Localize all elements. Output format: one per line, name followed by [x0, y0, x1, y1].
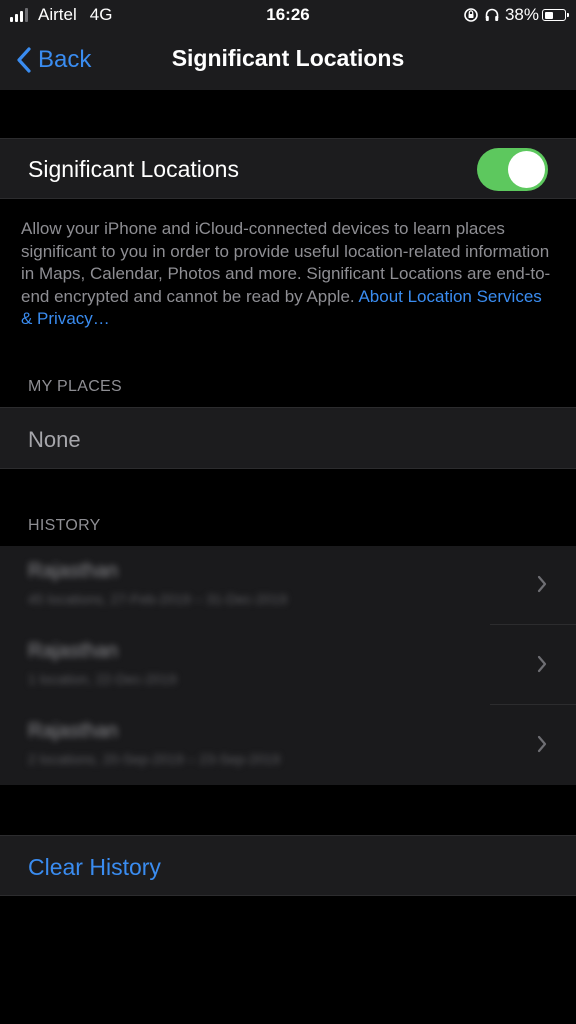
history-item-title: Rajasthan [28, 560, 119, 582]
clear-history-button[interactable]: Clear History [28, 854, 161, 881]
significant-locations-row: Significant Locations [0, 138, 576, 199]
row-divider [490, 704, 576, 705]
history-header: HISTORY [28, 517, 101, 534]
history-item-title: Rajasthan [28, 640, 119, 662]
battery-percent: 38% [504, 5, 539, 24]
clear-history-row[interactable]: Clear History [0, 835, 576, 896]
history-item-text: Rajasthan 1 location, 22-Dec-2019 [28, 640, 177, 687]
history-item-subtitle: 45 locations, 27-Feb-2019 – 31-Dec-2019 [28, 591, 288, 607]
history-item-text: Rajasthan 45 locations, 27-Feb-2019 – 31… [28, 560, 287, 607]
chevron-right-icon [537, 735, 547, 753]
history-item-subtitle: 2 locations, 20-Sep-2019 – 23-Sep-2019 [28, 751, 281, 767]
significant-locations-toggle[interactable] [477, 148, 548, 191]
description-text: Allow your iPhone and iCloud-connected d… [21, 218, 556, 331]
my-places-row: None [0, 407, 576, 469]
history-list: Rajasthan 45 locations, 27-Feb-2019 – 31… [0, 546, 576, 785]
headphones-icon [484, 7, 500, 23]
my-places-header: MY PLACES [28, 378, 122, 395]
page-title: Significant Locations [171, 45, 405, 71]
history-item-title: Rajasthan [28, 720, 119, 742]
my-places-value: None [28, 427, 81, 452]
history-item[interactable]: Rajasthan 45 locations, 27-Feb-2019 – 31… [0, 546, 576, 625]
toggle-knob [508, 151, 545, 188]
row-divider [490, 624, 576, 625]
battery-icon [542, 9, 569, 21]
chevron-right-icon [537, 655, 547, 673]
chevron-right-icon [537, 575, 547, 593]
toggle-label: Significant Locations [28, 156, 239, 182]
history-item-text: Rajasthan 2 locations, 20-Sep-2019 – 23-… [28, 720, 280, 767]
orientation-lock-icon [463, 7, 479, 23]
history-item[interactable]: Rajasthan 1 location, 22-Dec-2019 [0, 626, 576, 705]
status-bar: Airtel 4G 16:26 38% [0, 0, 576, 30]
history-item[interactable]: Rajasthan 2 locations, 20-Sep-2019 – 23-… [0, 706, 576, 785]
navigation-bar: Back Significant Locations [0, 30, 576, 90]
history-item-subtitle: 1 location, 22-Dec-2019 [28, 671, 177, 687]
status-right: 38% [463, 5, 569, 25]
